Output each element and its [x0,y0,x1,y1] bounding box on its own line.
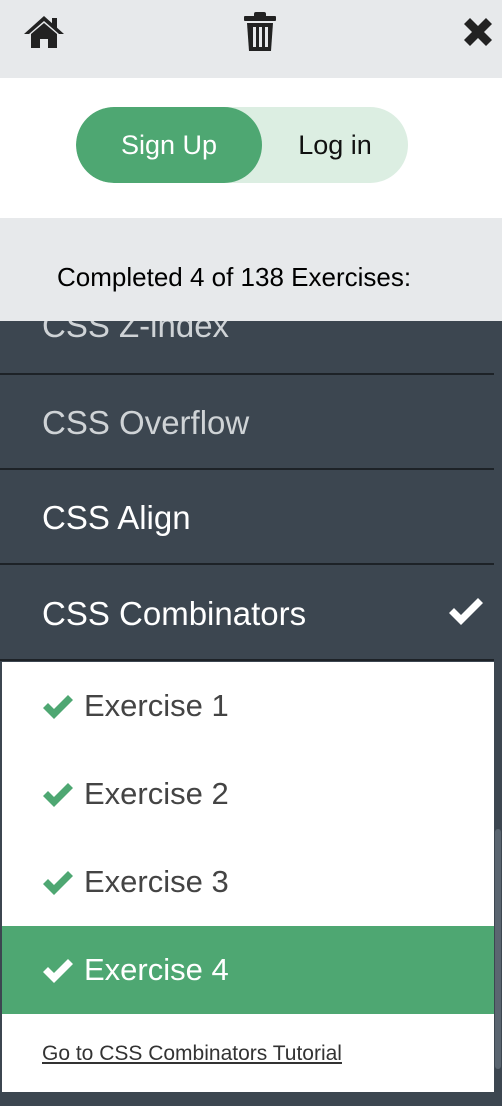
signup-button[interactable]: Sign Up [76,107,262,183]
topic-item-css-overflow[interactable]: CSS Overflow [0,375,494,470]
trash-icon[interactable] [238,10,282,54]
login-button[interactable]: Log in [262,107,408,183]
exercise-item-3[interactable]: Exercise 3 [2,838,494,926]
topic-item-css-combinators[interactable]: CSS Combinators [0,566,494,661]
exercise-label: Exercise 1 [84,688,229,723]
checkmark-icon [43,695,73,719]
topic-item-css-align[interactable]: CSS Align [0,470,494,565]
checkmark-icon [449,598,483,625]
exercise-label: Exercise 4 [84,952,229,987]
exercise-item-1[interactable]: Exercise 1 [2,662,494,750]
checkmark-icon [43,783,73,807]
auth-toggle: Sign Up Log in [76,107,408,183]
topic-label: CSS Overflow [42,404,250,441]
progress-header: Completed 4 of 138 Exercises: [0,218,502,321]
topic-item-css-z-index[interactable]: CSS Z-index [0,321,494,375]
exercise-label: Exercise 2 [84,776,229,811]
checkmark-icon [43,871,73,895]
exercise-item-4[interactable]: Exercise 4 [2,926,494,1014]
top-toolbar [0,0,502,78]
list-bottom-strip [0,1092,502,1106]
topic-label: CSS Align [42,499,191,536]
close-icon[interactable] [456,10,500,54]
topic-label: CSS Z-index [42,321,230,344]
exercise-list: Exercise 1 Exercise 2 Exercise 3 Exercis… [2,662,494,1092]
scrollbar[interactable] [494,321,502,1106]
auth-area: Sign Up Log in [0,78,502,218]
topic-list[interactable]: CSS Z-index CSS Overflow CSS Align CSS C… [0,321,502,1106]
progress-text: Completed 4 of 138 Exercises: [57,262,412,292]
checkmark-icon [43,959,73,983]
topic-label: CSS Combinators [42,595,307,632]
scrollbar-thumb[interactable] [495,829,501,1069]
exercise-item-2[interactable]: Exercise 2 [2,750,494,838]
exercise-label: Exercise 3 [84,864,229,899]
home-icon[interactable] [22,10,66,54]
tutorial-link[interactable]: Go to CSS Combinators Tutorial [42,1042,342,1066]
